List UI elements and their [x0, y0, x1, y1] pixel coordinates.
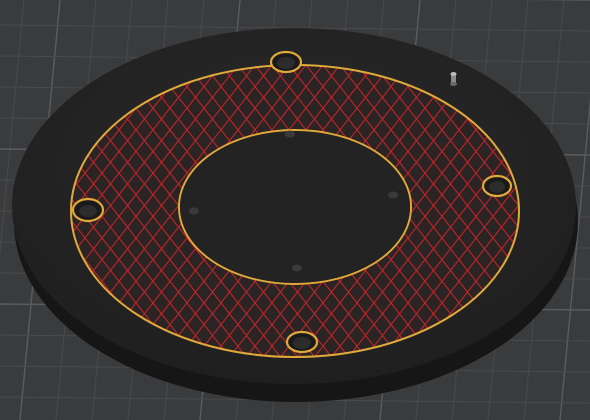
center-hole-bottom [292, 264, 302, 272]
mounting-hole-bottom [285, 330, 319, 354]
mounting-hole-right [481, 174, 513, 198]
center-disc [180, 131, 410, 283]
center-hole-right [388, 191, 398, 199]
mounting-hole-left [71, 197, 105, 223]
axis-origin-icon [450, 72, 457, 86]
center-hole-left [189, 207, 199, 215]
center-hole-top [285, 130, 295, 138]
3d-viewport[interactable] [0, 0, 590, 420]
scene-canvas[interactable] [0, 0, 590, 420]
mounting-hole-top [269, 50, 303, 74]
infill-line [0, 0, 7, 420]
